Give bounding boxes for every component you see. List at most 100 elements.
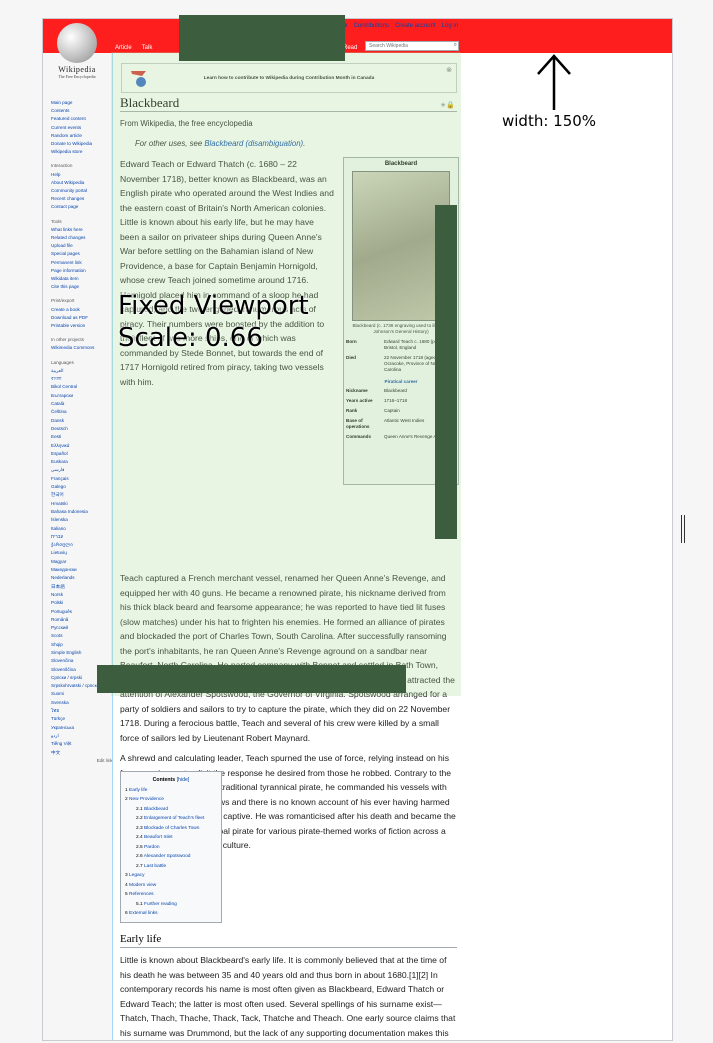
- toc-link[interactable]: Legacy: [129, 873, 144, 878]
- toc-link[interactable]: New Providence: [129, 797, 164, 802]
- language-link[interactable]: Français: [51, 475, 115, 483]
- language-link[interactable]: Español: [51, 450, 115, 458]
- edit-links[interactable]: Edit links: [51, 757, 115, 765]
- language-link[interactable]: العربية: [51, 367, 115, 375]
- language-link[interactable]: 한국어: [51, 491, 115, 499]
- sidebar-item[interactable]: Cite this page: [51, 283, 115, 291]
- toc-link[interactable]: Beaufort Inlet: [144, 835, 173, 840]
- resize-handle-icon[interactable]: [681, 515, 685, 543]
- language-link[interactable]: Svenska: [51, 699, 115, 707]
- sidebar-item[interactable]: Special pages: [51, 250, 115, 258]
- language-link[interactable]: Nederlands: [51, 574, 115, 582]
- toc-entry[interactable]: 2.7 Last battle: [125, 862, 217, 872]
- language-link[interactable]: Hrvatski: [51, 500, 115, 508]
- toc-entry[interactable]: 1 Early life: [125, 786, 217, 796]
- sidebar-item[interactable]: What links here: [51, 226, 115, 234]
- language-link[interactable]: Türkçe: [51, 715, 115, 723]
- language-link[interactable]: Eesti: [51, 433, 115, 441]
- sidebar-item[interactable]: Create a book: [51, 306, 115, 314]
- language-link[interactable]: Magyar: [51, 558, 115, 566]
- language-link[interactable]: Македонски: [51, 566, 115, 574]
- language-link[interactable]: Bikol Central: [51, 383, 115, 391]
- tab-read[interactable]: Read: [343, 45, 357, 51]
- language-link[interactable]: Lietuvių: [51, 549, 115, 557]
- search-input[interactable]: Search Wikipedia ⌕: [365, 41, 459, 51]
- toc-link[interactable]: Further reading: [144, 902, 177, 907]
- language-link[interactable]: Dansk: [51, 417, 115, 425]
- language-link[interactable]: Shqip: [51, 641, 115, 649]
- sidebar-item[interactable]: Donate to Wikipedia: [51, 140, 115, 148]
- language-link[interactable]: Ελληνικά: [51, 442, 115, 450]
- sidebar-item[interactable]: About Wikipedia: [51, 179, 115, 187]
- toc-entry[interactable]: 5 References: [125, 890, 217, 900]
- toc-link[interactable]: Alexander Spotswood: [144, 854, 191, 859]
- language-link[interactable]: Українська: [51, 724, 115, 732]
- language-link[interactable]: Polski: [51, 599, 115, 607]
- sidebar-item[interactable]: Random article: [51, 132, 115, 140]
- sidebar-item[interactable]: Contact page: [51, 203, 115, 211]
- language-link[interactable]: עברית: [51, 533, 115, 541]
- sidebar-item[interactable]: Help: [51, 171, 115, 179]
- language-link[interactable]: Simple English: [51, 649, 115, 657]
- tab-talk[interactable]: Talk: [142, 45, 153, 51]
- language-link[interactable]: Italiano: [51, 525, 115, 533]
- language-link[interactable]: ไทย: [51, 707, 115, 715]
- language-link[interactable]: Русский: [51, 624, 115, 632]
- language-link[interactable]: Galego: [51, 483, 115, 491]
- toc-entry[interactable]: 2.4 Beaufort Inlet: [125, 833, 217, 843]
- language-link[interactable]: 日本語: [51, 583, 115, 591]
- toc-entry[interactable]: 2.6 Alexander Spotswood: [125, 852, 217, 862]
- toc-link[interactable]: External links: [129, 911, 158, 916]
- personal-tool-link[interactable]: Contributions: [354, 23, 389, 29]
- language-link[interactable]: Norsk: [51, 591, 115, 599]
- language-link[interactable]: Bahasa Indonesia: [51, 508, 115, 516]
- personal-tool-link[interactable]: Log in: [442, 23, 458, 29]
- sidebar-item[interactable]: Community portal: [51, 187, 115, 195]
- language-link[interactable]: اردو: [51, 732, 115, 740]
- language-link[interactable]: فارسی: [51, 466, 115, 474]
- sidebar-item[interactable]: Printable version: [51, 322, 115, 330]
- toc-link[interactable]: Enlargement of Teach's fleet: [144, 816, 204, 821]
- toc-entry[interactable]: 6 External links: [125, 909, 217, 919]
- toc-entry[interactable]: 4 Modern view: [125, 881, 217, 891]
- tab-article[interactable]: Article: [115, 45, 132, 51]
- sidebar-item[interactable]: Download as PDF: [51, 314, 115, 322]
- language-link[interactable]: বাংলা: [51, 375, 115, 383]
- sidebar-item[interactable]: Wikipedia store: [51, 148, 115, 156]
- language-link[interactable]: Euskara: [51, 458, 115, 466]
- language-link[interactable]: Català: [51, 400, 115, 408]
- toc-link[interactable]: Modern view: [129, 883, 156, 888]
- toc-entry[interactable]: 2 New Providence: [125, 795, 217, 805]
- sidebar-item[interactable]: Wikimedia Commons: [51, 344, 115, 352]
- sidebar-item[interactable]: Contents: [51, 107, 115, 115]
- language-link[interactable]: Íslenska: [51, 516, 115, 524]
- toc-link[interactable]: Early life: [129, 788, 147, 793]
- sidebar-item[interactable]: Related changes: [51, 234, 115, 242]
- language-link[interactable]: Tiếng Việt: [51, 740, 115, 748]
- wikipedia-logo[interactable]: Wikipedia The Free Encyclopedia: [53, 23, 101, 89]
- toc-entry[interactable]: 3 Legacy: [125, 871, 217, 881]
- toc-link[interactable]: Last battle: [144, 864, 166, 869]
- sidebar-item[interactable]: Permanent link: [51, 259, 115, 267]
- language-link[interactable]: Čeština: [51, 408, 115, 416]
- toc-entry[interactable]: 2.5 Pardon: [125, 843, 217, 853]
- toc-link[interactable]: References: [129, 892, 154, 897]
- sidebar-item[interactable]: Page information: [51, 267, 115, 275]
- toc-entry[interactable]: 5.1 Further reading: [125, 900, 217, 910]
- sidebar-item[interactable]: Upload file: [51, 242, 115, 250]
- sidebar-item[interactable]: Wikidata item: [51, 275, 115, 283]
- toc-link[interactable]: Blackbeard: [144, 807, 168, 812]
- personal-tool-link[interactable]: Create account: [395, 23, 436, 29]
- language-link[interactable]: 中文: [51, 749, 115, 757]
- toc-entry[interactable]: 2.1 Blackbeard: [125, 805, 217, 815]
- search-icon[interactable]: ⌕: [454, 42, 457, 49]
- language-link[interactable]: ქართული: [51, 541, 115, 549]
- toc-link[interactable]: Pardon: [144, 845, 159, 850]
- toc-entry[interactable]: 2.3 Blockade of Charles Town: [125, 824, 217, 834]
- language-link[interactable]: Scots: [51, 632, 115, 640]
- language-link[interactable]: Deutsch: [51, 425, 115, 433]
- language-link[interactable]: Български: [51, 392, 115, 400]
- toc-hide-toggle[interactable]: [hide]: [177, 777, 190, 783]
- sidebar-item[interactable]: Current events: [51, 124, 115, 132]
- sidebar-item[interactable]: Main page: [51, 99, 115, 107]
